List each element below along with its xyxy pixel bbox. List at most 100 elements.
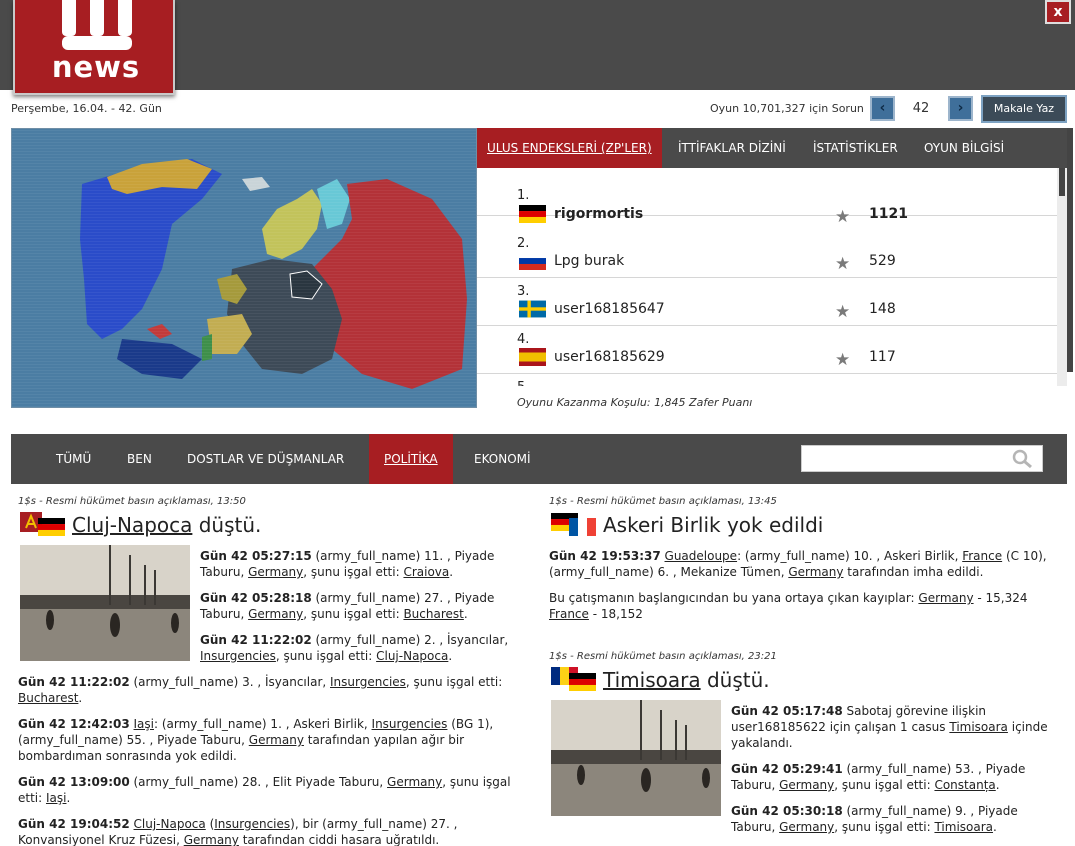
city-link[interactable]: Cluj-Napoca bbox=[134, 817, 206, 831]
tab-all[interactable]: TÜMÜ bbox=[41, 434, 106, 484]
page-scrollbar[interactable] bbox=[1067, 128, 1073, 372]
losses-summary: Bu çatışmanın başlangıcından bu yana ort… bbox=[549, 591, 1028, 621]
news-entry: Gün 42 12:42:03 Iaşi: (army_full_name) 1… bbox=[18, 717, 494, 763]
city-link[interactable]: Guadeloupe bbox=[665, 549, 738, 563]
news-entry: Gün 42 05:30:18 (army_full_name) 9. , Pi… bbox=[731, 804, 1018, 834]
logo-icon bbox=[62, 0, 132, 52]
city-link[interactable]: Iaşi bbox=[134, 717, 154, 731]
ranking-row[interactable]: 2. Lpg burak ★ 529 bbox=[477, 230, 1057, 278]
country-link[interactable]: Germany bbox=[248, 565, 303, 579]
city-link[interactable]: Timisoara bbox=[934, 820, 993, 834]
city-link[interactable]: Bucharest bbox=[403, 607, 463, 621]
sweden-flag-icon bbox=[519, 300, 546, 318]
player-name: rigormortis bbox=[554, 206, 644, 222]
tab-statistics[interactable]: İSTATİSTİKLER bbox=[803, 128, 908, 168]
news-entry: Gün 42 13:09:00 (army_full_name) 28. , E… bbox=[18, 775, 511, 805]
france-flag-icon bbox=[569, 518, 596, 536]
tab-alliance-index[interactable]: İTTİFAKLAR DİZİNİ bbox=[668, 128, 796, 168]
germany-flag-icon bbox=[519, 205, 546, 223]
player-score: 117 bbox=[869, 349, 896, 365]
search-icon[interactable] bbox=[1012, 449, 1034, 469]
news-entry: Gün 42 05:29:41 (army_full_name) 53. , P… bbox=[731, 762, 1026, 792]
news-entry: Gün 42 19:53:37 Guadeloupe: (army_full_n… bbox=[549, 549, 1047, 579]
article-meta: 1$s - Resmi hükümet basın açıklaması, 23… bbox=[549, 651, 777, 662]
player-score: 148 bbox=[869, 301, 896, 317]
ranking-row[interactable]: 3. user168185647 ★ 148 bbox=[477, 278, 1057, 326]
star-icon: ★ bbox=[835, 350, 851, 370]
city-link[interactable]: Craiova bbox=[403, 565, 449, 579]
news-entry: Gün 42 19:04:52 Cluj-Napoca (Insurgencie… bbox=[18, 817, 458, 846]
city-link[interactable]: Constanța bbox=[934, 778, 995, 792]
city-link[interactable]: Timisoara bbox=[949, 720, 1008, 734]
country-link[interactable]: Germany bbox=[918, 591, 973, 605]
article-photo bbox=[20, 545, 190, 661]
next-round-button[interactable]: › bbox=[948, 96, 973, 121]
star-icon: ★ bbox=[835, 254, 851, 274]
city-link[interactable]: Cluj-Napoca bbox=[376, 649, 448, 663]
player-score: 529 bbox=[869, 253, 896, 269]
write-article-button[interactable]: Makale Yaz bbox=[981, 95, 1067, 123]
news-entry: Gün 42 05:28:18 (army_full_name) 27. , P… bbox=[200, 591, 495, 621]
tab-game-info[interactable]: OYUN BİLGİSİ bbox=[914, 128, 1014, 168]
germany-flag-icon bbox=[569, 673, 596, 691]
city-link[interactable]: Bucharest bbox=[18, 691, 78, 705]
close-button[interactable]: x bbox=[1045, 0, 1071, 24]
article-headline: Cluj-Napoca düştü. bbox=[72, 513, 262, 537]
headline-link[interactable]: Cluj-Napoca bbox=[72, 513, 192, 537]
ranking-row[interactable]: 4. user168185629 ★ 117 bbox=[477, 326, 1057, 374]
news-entry: Gün 42 11:22:02 (army_full_name) 3. , İs… bbox=[18, 675, 503, 705]
country-link[interactable]: Germany bbox=[249, 733, 304, 747]
country-link[interactable]: Germany bbox=[184, 833, 239, 846]
article-headline: Timisoara düştü. bbox=[603, 668, 770, 692]
news-entry: Gün 42 05:17:48 Sabotaj görevine ilişkin… bbox=[731, 704, 1048, 750]
article-photo bbox=[551, 700, 721, 816]
tab-economy[interactable]: EKONOMİ bbox=[459, 434, 546, 484]
round-label: Oyun 10,701,327 için Sorun bbox=[710, 102, 864, 115]
country-link[interactable]: Insurgencies bbox=[372, 717, 448, 731]
country-link[interactable]: Insurgencies bbox=[214, 817, 290, 831]
ranking-tabs: ULUS ENDEKSLERİ (ZP'LER) İTTİFAKLAR DİZİ… bbox=[477, 128, 1067, 168]
ranking-list: 1. rigormortis ★ 1121 2. Lpg burak ★ 529… bbox=[477, 168, 1057, 386]
tab-friends-enemies[interactable]: DOSTLAR VE DÜŞMANLAR bbox=[172, 434, 359, 484]
prev-round-button[interactable]: ‹ bbox=[870, 96, 895, 121]
ranking-row[interactable]: 5. bbox=[477, 374, 1057, 386]
ranking-scrollbar[interactable] bbox=[1057, 168, 1067, 386]
country-link[interactable]: Insurgencies bbox=[330, 675, 406, 689]
player-name: user168185629 bbox=[554, 349, 665, 365]
star-icon: ★ bbox=[835, 302, 851, 322]
news-entry: Gün 42 11:22:02 (army_full_name) 2. , İs… bbox=[200, 633, 509, 663]
ranking-row[interactable]: 1. rigormortis ★ 1121 bbox=[477, 168, 1057, 227]
game-date: Perşembe, 16.04. - 42. Gün bbox=[11, 102, 162, 115]
tab-me[interactable]: BEN bbox=[112, 434, 167, 484]
headline-link[interactable]: Timisoara bbox=[603, 668, 701, 692]
country-link[interactable]: France bbox=[549, 607, 589, 621]
country-link[interactable]: Germany bbox=[788, 565, 843, 579]
country-link[interactable]: Germany bbox=[387, 775, 442, 789]
article-meta: 1$s - Resmi hükümet basın açıklaması, 13… bbox=[549, 496, 777, 507]
round-input[interactable] bbox=[896, 96, 946, 121]
country-link[interactable]: Germany bbox=[248, 607, 303, 621]
star-icon: ★ bbox=[835, 207, 851, 227]
country-link[interactable]: Germany bbox=[779, 820, 834, 834]
ranking-scroll-thumb[interactable] bbox=[1059, 168, 1065, 196]
news-search-input[interactable] bbox=[801, 445, 1043, 472]
country-link[interactable]: France bbox=[962, 549, 1002, 563]
country-link[interactable]: Germany bbox=[779, 778, 834, 792]
player-name: Lpg burak bbox=[554, 253, 625, 269]
world-map[interactable] bbox=[11, 128, 477, 408]
article-meta: 1$s - Resmi hükümet basın açıklaması, 13… bbox=[18, 496, 246, 507]
player-score: 1121 bbox=[869, 206, 908, 222]
tab-politics[interactable]: POLİTİKA bbox=[369, 434, 453, 484]
news-logo: news bbox=[13, 0, 175, 95]
spain-flag-icon bbox=[519, 348, 546, 366]
win-condition: Oyunu Kazanma Koşulu: 1,845 Zafer Puanı bbox=[517, 396, 753, 409]
city-link[interactable]: Iaşi bbox=[46, 791, 66, 805]
russia-flag-icon bbox=[519, 252, 546, 270]
player-name: user168185647 bbox=[554, 301, 665, 317]
country-link[interactable]: Insurgencies bbox=[200, 649, 276, 663]
article-headline: Askeri Birlik yok edildi bbox=[603, 513, 824, 537]
tab-nation-index[interactable]: ULUS ENDEKSLERİ (ZP'LER) bbox=[477, 128, 662, 168]
news-entry: Gün 42 05:27:15 (army_full_name) 11. , P… bbox=[200, 549, 495, 579]
logo-wordmark: news bbox=[51, 50, 141, 84]
germany-flag-icon bbox=[38, 518, 65, 536]
